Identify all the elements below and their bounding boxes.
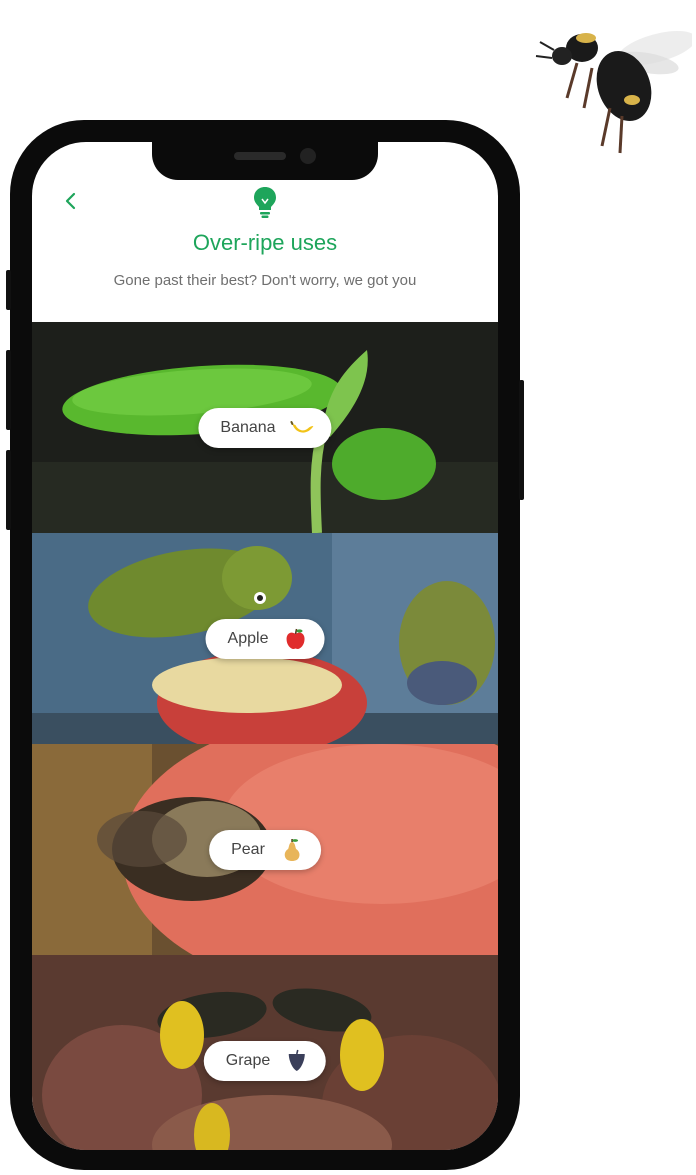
category-pill: Apple [205,618,325,659]
header: Over-ripe uses Gone past their best? Don… [32,142,498,322]
grape-icon [289,1049,306,1071]
phone-screen: Over-ripe uses Gone past their best? Don… [32,142,498,1150]
category-pill: Grape [203,1040,327,1081]
category-grape[interactable]: Grape [32,955,498,1150]
category-apple[interactable]: Apple [32,533,498,744]
category-list: Banana Apple Pear Grape [32,322,498,1150]
category-banana[interactable]: Banana [32,322,498,533]
bumblebee-icon [535,30,692,154]
chevron-left-icon[interactable] [60,190,82,212]
lightbulb-icon [254,187,276,218]
category-label: Pear [231,840,265,858]
category-label: Grape [225,1051,271,1069]
side-button [6,350,11,430]
category-pear[interactable]: Pear [32,744,498,955]
side-button [6,450,11,530]
category-label: Apple [227,629,269,647]
pear-icon [284,838,300,861]
category-pill: Pear [209,829,321,870]
phone-frame: Over-ripe uses Gone past their best? Don… [6,120,524,1170]
category-label: Banana [220,418,276,436]
page-subtitle: Gone past their best? Don't worry, we go… [113,272,417,289]
category-pill: Banana [198,407,332,448]
side-button [6,270,11,310]
stage: Over-ripe uses Gone past their best? Don… [0,0,696,1175]
banana-icon [290,420,314,433]
page-title: Over-ripe uses [192,230,338,255]
apple-icon [286,628,305,649]
side-button [519,380,524,500]
